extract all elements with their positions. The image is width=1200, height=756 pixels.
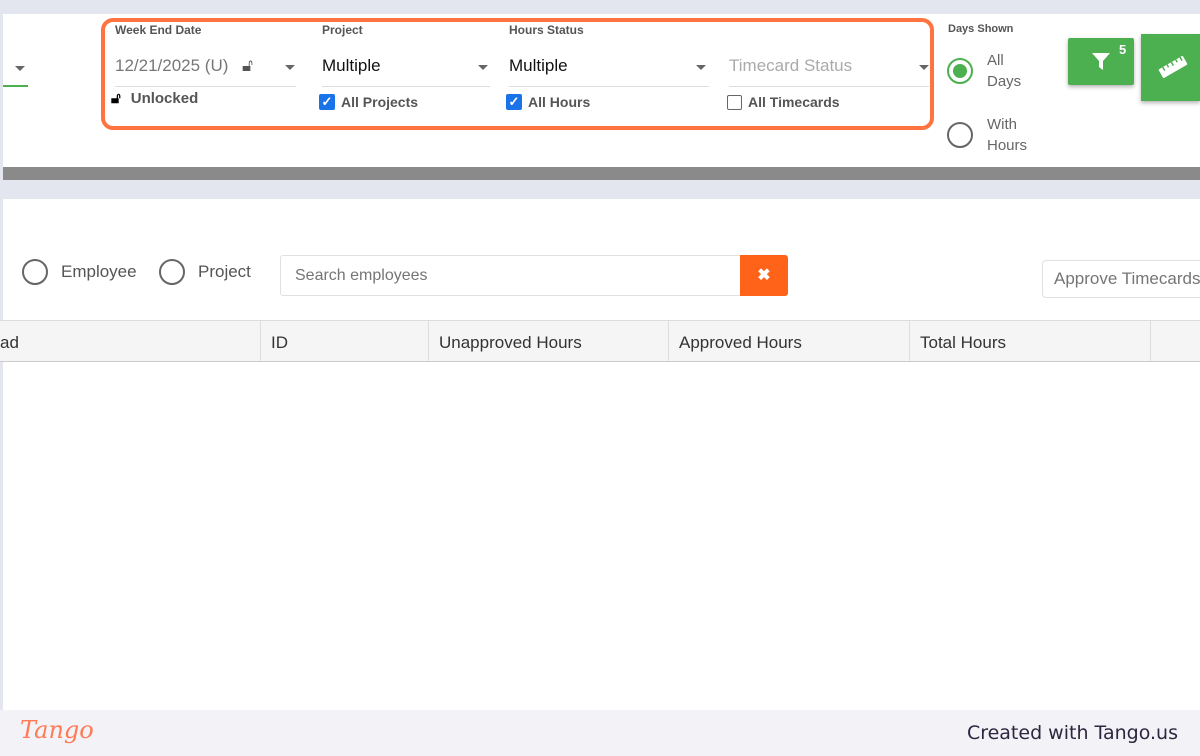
view-employee-radio[interactable]: Employee (22, 259, 137, 285)
ruler-icon (1158, 56, 1188, 78)
filter-count-badge: 5 (1119, 42, 1127, 57)
column-header-unapproved-hours[interactable]: Unapproved Hours (429, 321, 669, 362)
project-label: Project (198, 262, 251, 281)
close-icon: ✖ (757, 267, 771, 284)
days-shown-label: Days Shown (948, 23, 1014, 35)
radio-unselected (947, 122, 973, 148)
column-header-approved-hours[interactable]: Approved Hours (669, 321, 910, 362)
column-header[interactable]: ad (0, 321, 261, 362)
radio-all-days[interactable]: All Days (947, 50, 1027, 92)
column-header-id[interactable]: ID (261, 321, 429, 362)
ruler-button[interactable] (1141, 34, 1200, 101)
search-employees-input[interactable] (280, 255, 741, 296)
highlight-box (101, 18, 934, 130)
radio-unselected (22, 259, 48, 285)
employee-label: Employee (61, 262, 137, 281)
filter-icon (1092, 53, 1110, 70)
filter-button[interactable]: 5 (1068, 38, 1134, 85)
divider-band (3, 183, 1200, 199)
view-project-radio[interactable]: Project (159, 259, 251, 285)
footer: Tango Created with Tango.us (0, 710, 1200, 756)
tango-logo: Tango (20, 716, 94, 744)
prev-dropdown-underline (3, 85, 28, 87)
column-header-total-hours[interactable]: Total Hours (910, 321, 1151, 362)
radio-selected (947, 58, 973, 84)
divider-bar (3, 167, 1200, 180)
radio-with-hours[interactable]: With Hours (947, 114, 1027, 156)
radio-unselected (159, 259, 185, 285)
all-days-label: All Days (987, 52, 1022, 90)
approve-timecards-input[interactable] (1042, 260, 1200, 298)
footer-credit: Created with Tango.us (966, 722, 1178, 744)
column-header-extra (1151, 321, 1200, 362)
with-hours-label: With Hours (987, 116, 1028, 154)
prev-dropdown-caret-icon[interactable] (0, 66, 25, 71)
clear-search-button[interactable]: ✖ (740, 255, 788, 296)
